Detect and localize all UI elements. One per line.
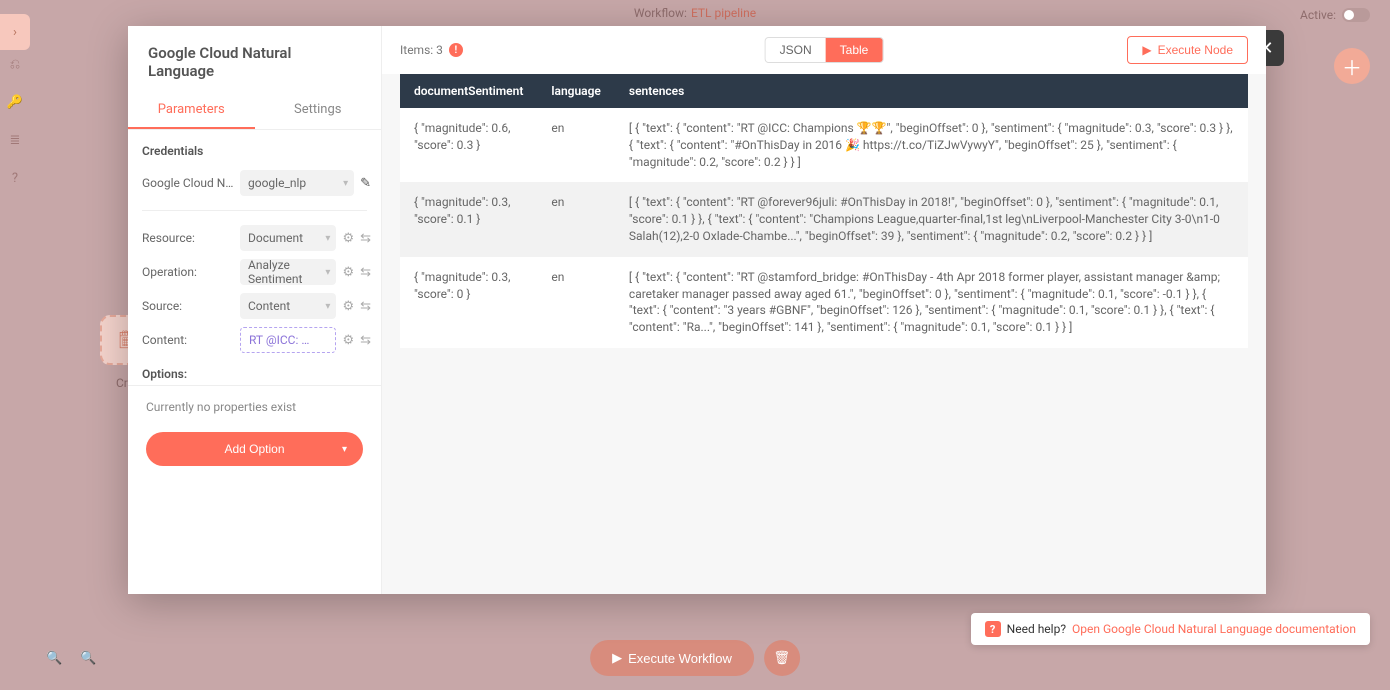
col-language: language (537, 74, 615, 108)
param-label: Source: (142, 299, 234, 313)
items-count: Items: 3 (400, 43, 443, 57)
workflows-icon[interactable]: ⎌ (1, 50, 29, 78)
executions-icon[interactable]: ≣ (1, 126, 29, 154)
cell-sentences: [ { "text": { "content": "RT @stamford_b… (615, 257, 1248, 348)
add-option-button[interactable]: Add Option ▾ (146, 432, 363, 466)
tab-parameters[interactable]: Parameters (128, 92, 255, 129)
chevron-down-icon: ▾ (325, 267, 330, 278)
shuffle-icon[interactable]: ⇆ (360, 231, 371, 246)
param-source: Source: Content ▾ ⚙ ⇆ (128, 289, 381, 323)
tab-settings[interactable]: Settings (255, 92, 382, 129)
chevron-down-icon: ▾ (342, 444, 347, 455)
help-icon[interactable]: ? (1, 164, 29, 192)
view-json-button[interactable]: JSON (766, 38, 826, 62)
delete-workflow-button[interactable]: 🗑 (764, 640, 800, 676)
table-row: { "magnitude": 0.3, "score": 0.1 } en [ … (400, 182, 1248, 256)
cell-sentiment: { "magnitude": 0.3, "score": 0 } (400, 257, 537, 348)
gear-icon[interactable]: ⚙ (342, 333, 354, 348)
col-documentsentiment: documentSentiment (400, 74, 537, 108)
param-label: Content: (142, 333, 234, 347)
divider (142, 210, 367, 211)
question-icon: ? (985, 621, 1001, 637)
operation-select[interactable]: Analyze Sentiment ▾ (240, 259, 336, 285)
workflow-name[interactable]: ETL pipeline (691, 6, 756, 20)
source-select[interactable]: Content ▾ (240, 293, 336, 319)
view-toggle: JSON Table (765, 37, 884, 63)
left-rail: › ⎌ 🔑 ≣ ? (0, 0, 30, 690)
topbar: Workflow: ETL pipeline (0, 0, 1390, 26)
active-toggle-group: Active: (1300, 8, 1370, 22)
gear-icon[interactable]: ⚙ (342, 299, 354, 314)
modal-content: Items: 3 ! JSON Table ▶ Execute Node doc… (382, 26, 1266, 594)
node-title: Google Cloud Natural Language (128, 26, 381, 92)
play-icon: ▶ (1142, 43, 1151, 57)
play-icon: ▶ (612, 650, 622, 666)
param-resource: Resource: Document ▾ ⚙ ⇆ (128, 221, 381, 255)
param-label: Operation: (142, 265, 234, 279)
credentials-header: Credentials (128, 130, 381, 166)
shuffle-icon[interactable]: ⇆ (360, 265, 371, 280)
col-sentences: sentences (615, 74, 1248, 108)
zoom-out-icon[interactable]: 🔍 (80, 651, 96, 666)
workflow-label: Workflow: (634, 6, 687, 20)
gear-icon[interactable]: ⚙ (342, 265, 354, 280)
shuffle-icon[interactable]: ⇆ (360, 333, 371, 348)
cell-sentences: [ { "text": { "content": "RT @forever96j… (615, 182, 1248, 256)
cell-sentiment: { "magnitude": 0.6, "score": 0.3 } (400, 108, 537, 182)
param-value: Content (248, 299, 290, 313)
cell-language: en (537, 108, 615, 182)
content-head: Items: 3 ! JSON Table ▶ Execute Node (382, 26, 1266, 74)
canvas-node-label: Cr (116, 376, 128, 390)
node-modal: ✕ Google Cloud Natural Language Paramete… (128, 26, 1266, 594)
add-node-button[interactable]: ＋ (1334, 48, 1370, 84)
modal-sidebar: Google Cloud Natural Language Parameters… (128, 26, 382, 594)
table-row: { "magnitude": 0.3, "score": 0 } en [ { … (400, 257, 1248, 348)
cell-language: en (537, 257, 615, 348)
options-header: Options: (128, 357, 381, 386)
view-table-button[interactable]: Table (826, 38, 883, 62)
shuffle-icon[interactable]: ⇆ (360, 299, 371, 314)
param-value: Document (248, 231, 303, 245)
resource-select[interactable]: Document ▾ (240, 225, 336, 251)
table-header-row: documentSentiment language sentences (400, 74, 1248, 108)
chevron-down-icon: ▾ (325, 233, 330, 244)
results-table-wrap: documentSentiment language sentences { "… (382, 74, 1266, 594)
active-toggle[interactable] (1342, 8, 1370, 22)
chevron-down-icon: ▾ (343, 178, 348, 189)
execute-node-label: Execute Node (1158, 43, 1233, 57)
credential-label: Google Cloud Natur... (142, 176, 234, 190)
param-value: RT @ICC: Champion... (249, 333, 313, 347)
active-label: Active: (1300, 8, 1336, 22)
bottom-bar: ▶ Execute Workflow 🗑 (590, 640, 800, 676)
help-link[interactable]: Open Google Cloud Natural Language docum… (1072, 622, 1356, 636)
credentials-icon[interactable]: 🔑 (1, 88, 29, 116)
execute-workflow-label: Execute Workflow (628, 651, 732, 666)
param-value: Analyze Sentiment (248, 258, 314, 286)
cell-language: en (537, 182, 615, 256)
help-prefix: Need help? (1007, 622, 1066, 636)
param-label: Resource: (142, 231, 234, 245)
tabs: Parameters Settings (128, 92, 381, 130)
cell-sentences: [ { "text": { "content": "RT @ICC: Champ… (615, 108, 1248, 182)
execute-workflow-button[interactable]: ▶ Execute Workflow (590, 640, 754, 676)
help-box: ? Need help? Open Google Cloud Natural L… (971, 613, 1370, 645)
zoom-in-icon[interactable]: 🔍 (46, 651, 62, 666)
content-expression[interactable]: RT @ICC: Champion... (240, 327, 336, 353)
add-option-label: Add Option (224, 442, 284, 456)
zoom-controls: 🔍 🔍 (46, 651, 96, 666)
execute-node-button[interactable]: ▶ Execute Node (1127, 36, 1248, 64)
credential-value: google_nlp (248, 176, 306, 190)
credential-row: Google Cloud Natur... google_nlp ▾ ✎ (128, 166, 381, 200)
chevron-down-icon: ▾ (325, 301, 330, 312)
credential-select[interactable]: google_nlp ▾ (240, 170, 354, 196)
edit-credential-icon[interactable]: ✎ (360, 176, 371, 191)
param-operation: Operation: Analyze Sentiment ▾ ⚙ ⇆ (128, 255, 381, 289)
results-table: documentSentiment language sentences { "… (400, 74, 1248, 348)
table-row: { "magnitude": 0.6, "score": 0.3 } en [ … (400, 108, 1248, 182)
param-content: Content: RT @ICC: Champion... ⚙ ⇆ (128, 323, 381, 357)
cell-sentiment: { "magnitude": 0.3, "score": 0.1 } (400, 182, 537, 256)
no-properties-text: Currently no properties exist (128, 392, 381, 422)
gear-icon[interactable]: ⚙ (342, 231, 354, 246)
info-icon[interactable]: ! (449, 43, 463, 57)
